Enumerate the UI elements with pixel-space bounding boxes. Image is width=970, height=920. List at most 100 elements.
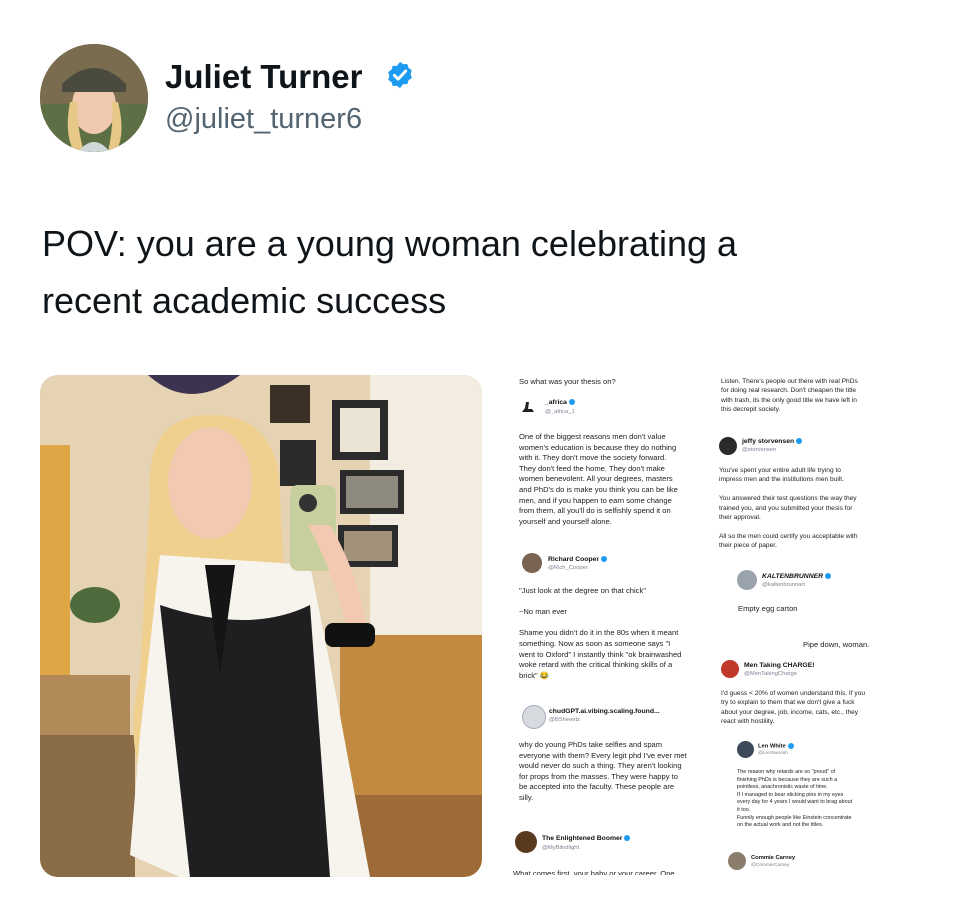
text-line: something. Now as soon as someone says "… xyxy=(519,638,671,648)
text-line: I'd guess < 20% of women understand this… xyxy=(721,690,866,697)
reply-author-name[interactable]: KALTENBRUNNER xyxy=(762,573,832,580)
reply-text-block: One of the biggest reasons men don't val… xyxy=(519,432,678,527)
reply-author-handle[interactable]: @LenSwoosh xyxy=(758,751,788,756)
text-line xyxy=(519,618,681,629)
verified-badge-icon xyxy=(600,556,607,563)
reply-avatar xyxy=(519,398,537,416)
text-line: brick" 😂 xyxy=(519,670,550,680)
reply-text-cut: What comes first, your baby or your care… xyxy=(513,869,675,875)
text-line: yourself and yourself alone. xyxy=(519,516,612,526)
reply-author-name[interactable]: Commie Carney xyxy=(751,855,795,861)
display-name[interactable]: Juliet Turner xyxy=(165,58,362,96)
verified-badge-icon xyxy=(825,573,832,580)
reply-text: Pipe down, woman. xyxy=(803,640,870,649)
verified-badge-icon xyxy=(787,743,794,749)
text-line: from them, all you'll do is selfishly sp… xyxy=(519,506,671,516)
text-line: Funnily enough people like Einstein conc… xyxy=(737,814,852,821)
reply-avatar xyxy=(522,705,546,729)
reply-avatar xyxy=(515,831,537,853)
reply-author-handle[interactable]: @BSheeetz xyxy=(549,717,580,723)
text-line: women's education is because they do not… xyxy=(519,442,677,452)
reply-avatar xyxy=(737,570,757,590)
verified-badge-icon xyxy=(624,835,631,842)
attached-photo[interactable] xyxy=(40,375,482,877)
reply-author-name[interactable]: jeffy storvensen xyxy=(742,438,803,445)
text-line: it too. xyxy=(737,806,751,813)
reply-author-handle[interactable]: @MyBlindlight xyxy=(542,845,579,851)
text-line: and PhD's do is make you think you can b… xyxy=(519,484,678,494)
verified-badge-icon xyxy=(568,399,575,406)
text-line: ~No man ever xyxy=(519,607,567,617)
text-line: everyone with them? Every legit phd I've… xyxy=(519,750,687,760)
reply-text-block: I'd guess < 20% of women understand this… xyxy=(721,689,865,727)
reply-author-name[interactable]: _africa xyxy=(545,399,575,406)
text-line: for doing real research. Don't cheapen t… xyxy=(721,387,857,395)
tweet-text: POV: you are a young woman celebrating a… xyxy=(42,215,922,329)
reply-author-name[interactable]: chudGPT.ai.vibing.scaling.found... xyxy=(549,708,660,715)
question-text: So what was your thesis on? xyxy=(519,377,616,386)
text-line: Shame you didn't do it in the 80s when i… xyxy=(519,628,679,638)
avatar-photo xyxy=(40,44,148,152)
text-line: They don't feed the home. They don't mak… xyxy=(519,463,665,473)
reply-text-block: You've spent your entire adult life tryi… xyxy=(719,466,858,551)
text-line: The reason why retards are so "proud" of xyxy=(737,769,836,775)
reply-text-block: The reason why retards are so "proud" of… xyxy=(737,769,852,830)
tweet-text-line: recent academic success xyxy=(42,280,447,321)
text-line xyxy=(719,485,858,494)
text-line: If I managed to bear sticking pins in my… xyxy=(737,791,844,798)
text-line: You've spent your entire adult life tryi… xyxy=(719,467,841,474)
reply-author-handle[interactable]: @storvensen xyxy=(742,447,776,453)
reply-author-handle[interactable]: @_africa_1 xyxy=(545,409,575,415)
reply-avatar xyxy=(719,437,737,455)
reply-text-block: why do young PhDs take selfies and spam e… xyxy=(519,740,687,804)
text-line: their piece of paper. xyxy=(719,542,777,550)
text-line: finishing PhDs is because they are such … xyxy=(737,776,838,783)
text-line: went to Oxford" I instantly think "ok br… xyxy=(519,649,682,659)
text-line: woke retard with the critical thinking s… xyxy=(519,660,673,670)
text-line xyxy=(719,522,858,531)
reply-avatar xyxy=(737,741,754,758)
text-line: impress men and the institutions men bui… xyxy=(719,476,844,484)
author-avatar[interactable] xyxy=(40,44,148,152)
reply-avatar xyxy=(522,553,542,573)
text-line: trained you, and you submitted your thes… xyxy=(719,504,853,512)
reply-author-handle[interactable]: @CommieCarney xyxy=(751,863,789,868)
reply-avatar xyxy=(728,852,746,870)
text-line: try to explain to them that we don't giv… xyxy=(721,699,855,707)
text-line: "Just look at the degree on that chick" xyxy=(519,586,646,595)
text-line: would never do such a thing. They aren't… xyxy=(519,761,682,771)
reply-author-handle[interactable]: @kaltenbrunnart xyxy=(762,582,805,588)
text-line: Listen. There's people out there with re… xyxy=(721,378,858,385)
text-line: their approval. xyxy=(719,513,761,521)
text-line: with it. They don't move the society for… xyxy=(519,453,667,463)
verified-badge-icon xyxy=(388,61,412,89)
reply-avatar xyxy=(721,660,739,678)
text-line: All so the men could certify you accepta… xyxy=(719,532,858,540)
reply-author-name[interactable]: Len White xyxy=(758,743,794,750)
verified-badge-icon xyxy=(796,438,803,445)
reply-text-block: Listen. There's people out there with re… xyxy=(721,377,858,415)
text-line: silly. xyxy=(519,792,534,802)
tweet-text-line: POV: you are a young woman celebrating a xyxy=(42,223,738,264)
reply-author-name[interactable]: Richard Cooper xyxy=(548,556,607,563)
reply-author-name[interactable]: Men Taking CHARGE! xyxy=(744,662,815,669)
text-line: One of the biggest reasons men don't val… xyxy=(519,432,666,441)
reply-text: Empty egg carton xyxy=(738,604,798,613)
text-line: every day for 4 years I would want to br… xyxy=(737,799,853,806)
text-line: about your degree, job, income, cats, et… xyxy=(721,708,859,716)
reply-author-name[interactable]: The Enlightened Boomer xyxy=(542,835,631,842)
text-line: react with hostility. xyxy=(721,718,775,726)
text-line: for props from the masses. They were hap… xyxy=(519,771,678,781)
bird-icon xyxy=(522,402,534,412)
reply-author-handle[interactable]: @MenTakingCharge xyxy=(744,671,797,677)
text-line: men, and if you happen to earn some chan… xyxy=(519,495,672,505)
selfie-image xyxy=(40,375,482,877)
reply-author-handle[interactable]: @Rich_Cooper xyxy=(548,565,588,571)
text-line: women benevolent. All your degrees, mast… xyxy=(519,474,673,484)
text-line: You answered their test questions the wa… xyxy=(719,495,857,503)
text-line xyxy=(519,597,681,608)
text-line: why do young PhDs take selfies and spam xyxy=(519,740,663,749)
text-line: on the actual work and not the titles. xyxy=(737,822,824,829)
text-line: this decrepit society. xyxy=(721,406,781,414)
author-handle[interactable]: @juliet_turner6 xyxy=(165,103,362,136)
